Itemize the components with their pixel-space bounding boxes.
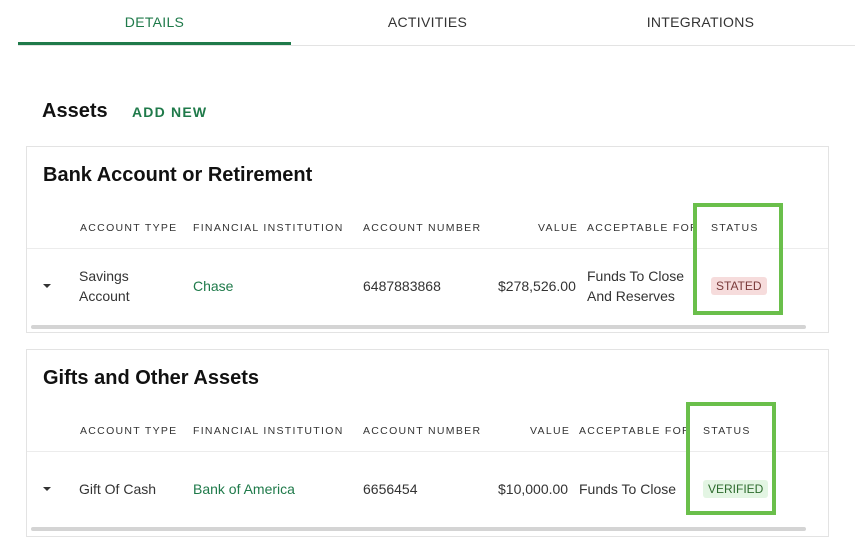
status-highlight-box [686, 402, 776, 515]
column-header-value: VALUE [530, 425, 571, 437]
tab-details[interactable]: DETAILS [18, 0, 291, 45]
assets-title: Assets [42, 100, 108, 122]
column-header-account-number: ACCOUNT NUMBER [363, 425, 482, 437]
section-title: Bank Account or Retirement [43, 164, 313, 186]
column-header-acceptable-for: ACCEPTABLE FOR [579, 425, 691, 437]
horizontal-scrollbar[interactable] [31, 527, 806, 531]
value-cell: $278,526.00 [498, 278, 576, 294]
tab-activities[interactable]: ACTIVITIES [291, 0, 564, 44]
horizontal-scrollbar[interactable] [31, 325, 806, 329]
account-type-cell: Gift Of Cash [79, 481, 157, 497]
acceptable-for-cell: Funds To Close And Reserves [587, 266, 684, 306]
acceptable-for-line: Funds To Close [587, 268, 685, 284]
account-type-line: Savings [79, 268, 129, 284]
acceptable-for-line: And Reserves [587, 288, 675, 304]
expand-row-icon[interactable] [43, 487, 51, 491]
account-type-line: Account [79, 288, 130, 304]
value-cell: $10,000.00 [498, 481, 569, 497]
add-new-button[interactable]: ADD NEW [132, 104, 207, 120]
account-number-cell: 6656454 [363, 481, 418, 497]
acceptable-for-cell: Funds To Close [579, 481, 677, 497]
column-header-value: VALUE [538, 222, 579, 234]
financial-institution-link[interactable]: Chase [193, 276, 233, 296]
account-type-cell: Savings Account [79, 266, 130, 306]
column-header-acceptable-for: ACCEPTABLE FOR [587, 222, 699, 234]
section-title: Gifts and Other Assets [43, 367, 259, 389]
status-highlight-box [693, 203, 783, 315]
tab-integrations[interactable]: INTEGRATIONS [564, 0, 837, 44]
column-header-account-type: ACCOUNT TYPE [80, 222, 178, 234]
financial-institution-link[interactable]: Bank of America [193, 479, 295, 499]
account-number-cell: 6487883868 [363, 278, 441, 294]
column-header-financial-institution: FINANCIAL INSTITUTION [193, 425, 344, 437]
tab-bar: DETAILS ACTIVITIES INTEGRATIONS [18, 0, 855, 46]
column-header-financial-institution: FINANCIAL INSTITUTION [193, 222, 344, 234]
column-header-account-type: ACCOUNT TYPE [80, 425, 178, 437]
expand-row-icon[interactable] [43, 284, 51, 288]
column-header-account-number: ACCOUNT NUMBER [363, 222, 482, 234]
